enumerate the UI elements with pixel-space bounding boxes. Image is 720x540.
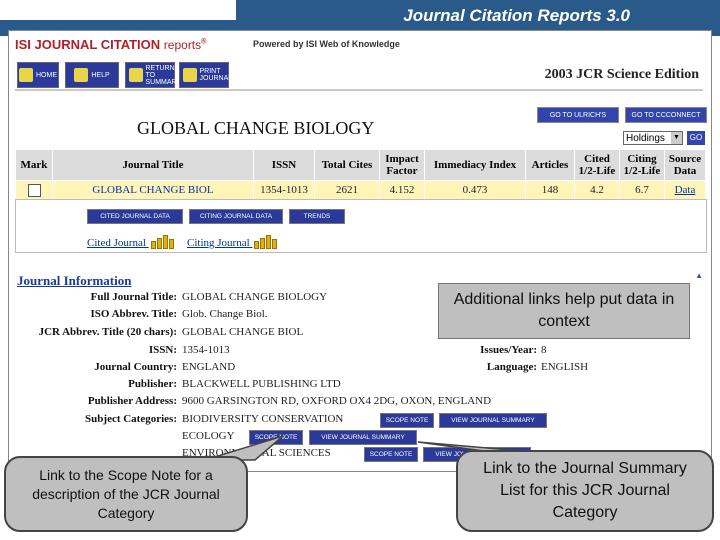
callout-scope-note: Link to the Scope Note for a description… [4, 456, 248, 532]
callout-journal-summary: Link to the Journal Summary List for thi… [456, 450, 714, 532]
